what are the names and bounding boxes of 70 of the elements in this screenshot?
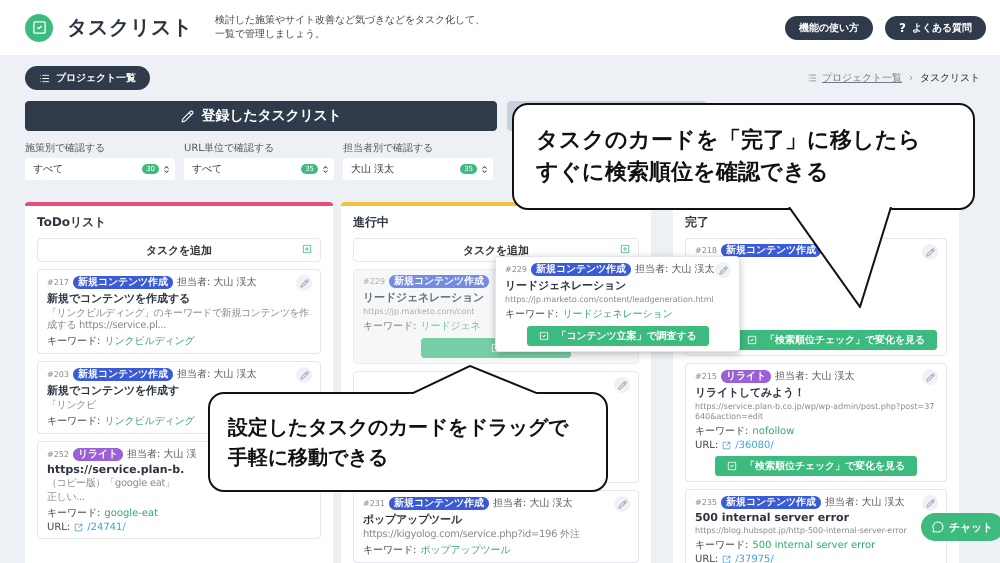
keyword-label: キーワード: bbox=[47, 415, 100, 428]
assignee-text: 担当者: 大山 渓太 bbox=[824, 496, 905, 509]
task-title: 500 internal server error bbox=[695, 511, 849, 524]
url-label: URL: bbox=[695, 440, 718, 451]
category-tag: 新規コンテンツ作成 bbox=[720, 496, 821, 508]
keyword-label: キーワード: bbox=[363, 544, 416, 557]
keyword-label: キーワード: bbox=[47, 335, 100, 348]
task-title: ポップアップツール bbox=[363, 512, 462, 527]
task-number: #252 bbox=[47, 450, 69, 458]
task-number: #231 bbox=[363, 498, 385, 508]
keyword-label: キーワード: bbox=[363, 320, 416, 333]
task-number: #217 bbox=[47, 278, 69, 286]
url-label: URL: bbox=[47, 522, 70, 533]
category-tag: 新規コンテンツ作成 bbox=[530, 262, 631, 276]
column-title: 完了 bbox=[685, 214, 710, 231]
category-tag: リライト bbox=[72, 448, 123, 460]
keyword-label: キーワード: bbox=[695, 425, 748, 438]
task-number: #235 bbox=[695, 498, 717, 506]
assignee-text: 担当者: 大山 渓太 bbox=[774, 370, 855, 383]
task-title: 新規でコンテンツを作成する bbox=[47, 291, 190, 306]
task-address: https://blog.hubspot.jp/http-500-internal-server-error bbox=[695, 526, 907, 536]
keyword-value: リンクビルディング bbox=[104, 335, 194, 348]
page-title: タスクリスト bbox=[67, 14, 193, 41]
column-title: 進行中 bbox=[353, 214, 390, 231]
task-number: #229 bbox=[505, 264, 527, 274]
category-tag: 新規コンテンツ作成 bbox=[720, 244, 821, 257]
url-label: URL: bbox=[695, 554, 718, 563]
filter-label: 施策別で確認する bbox=[25, 142, 106, 155]
task-number: #203 bbox=[47, 370, 69, 378]
task-title: リードジェネレーション bbox=[363, 290, 484, 305]
keyword-value: リンクビルディング bbox=[104, 415, 194, 428]
task-title: 新規でコンテンツを作成す bbox=[47, 383, 179, 398]
task-number: #218 bbox=[695, 246, 717, 255]
callout-text: タスクのカードを「完了」に移したら bbox=[536, 126, 922, 154]
callout-text: すぐに検索順位を確認できる bbox=[536, 158, 830, 186]
task-title: リードジェネレーション bbox=[505, 278, 626, 293]
task-description: 正しい... bbox=[47, 492, 85, 504]
assignee-text: 担当者: 大山 渓 bbox=[126, 448, 197, 461]
breadcrumb-current: タスクリスト bbox=[920, 72, 980, 85]
task-address: https://service.plan-b.co.jp/wp/wp-admin/post.php?post=37640&action=edit bbox=[695, 402, 936, 422]
keyword-value: nofollow bbox=[752, 426, 794, 436]
task-description: https://kigyolog.com/service.php?id=196 外注 bbox=[363, 529, 580, 541]
filter-label: 担当者別で確認する bbox=[343, 142, 434, 155]
filter-label: URL単位で確認する bbox=[184, 142, 275, 155]
category-tag: 新規コンテンツ作成 bbox=[72, 368, 173, 380]
task-title: https://service.plan-b. bbox=[47, 463, 184, 476]
task-description: （コピー版）「google eat」 bbox=[47, 478, 175, 490]
task-number: #229 bbox=[363, 277, 385, 286]
task-title: リライトしてみよう！ bbox=[695, 385, 805, 400]
category-tag: 新規コンテンツ作成 bbox=[388, 496, 489, 510]
column-title: ToDoリスト bbox=[37, 214, 108, 231]
assignee-text: 担当者: 大山 渓太 bbox=[176, 368, 257, 381]
task-number: #215 bbox=[695, 372, 717, 380]
category-tag: リライト bbox=[720, 370, 771, 382]
task-description: 「リンクビ bbox=[47, 400, 96, 412]
assignee-text: 担当者: 大山 渓太 bbox=[176, 276, 257, 289]
keyword-value: 500 internal server error bbox=[752, 540, 876, 550]
keyword-value: ポップアップツール bbox=[420, 544, 510, 557]
keyword-value: google-eat bbox=[104, 508, 158, 518]
category-tag: 新規コンテンツ作成 bbox=[72, 276, 173, 288]
keyword-label: キーワード: bbox=[47, 507, 100, 520]
keyword-value: リードジェネ bbox=[420, 320, 480, 333]
keyword-value: リードジェネレーション bbox=[562, 308, 672, 321]
page-description: 検討した施策やサイト改善など気づきなどをタスク化して、 一覧で管理しましょう。 bbox=[215, 14, 485, 42]
task-address: https://jp.marketo.com/cont bbox=[363, 307, 474, 317]
assignee-text: 担当者: 大山 渓太 bbox=[492, 496, 573, 510]
task-description: 「リンクビルディング」のキーワードで新規コンテンツを作成する https://service.pl... bbox=[47, 308, 310, 332]
keyword-label: キーワード: bbox=[695, 539, 748, 552]
keyword-label: キーワード: bbox=[505, 308, 558, 321]
category-tag: 新規コンテンツ作成 bbox=[388, 275, 489, 288]
